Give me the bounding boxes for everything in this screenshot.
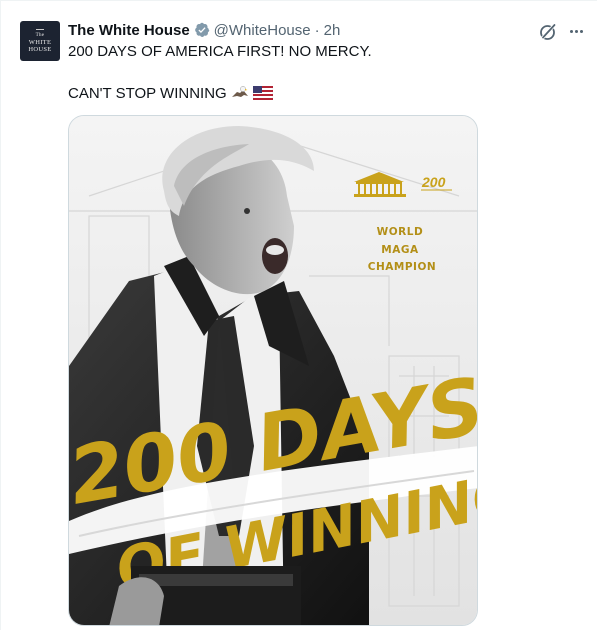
tweet-text-line-1: 200 DAYS OF AMERICA FIRST! NO MERCY.	[68, 43, 372, 60]
subtitle-line-2: MAGA	[381, 244, 419, 256]
more-icon[interactable]	[565, 21, 587, 41]
author-handle[interactable]: @WhiteHouse	[214, 22, 311, 39]
us-flag-emoji	[253, 86, 274, 100]
tweet-header: The White House @WhiteHouse · 2h	[68, 20, 340, 40]
tweet-text-line-2: CAN'T STOP WINNING	[68, 84, 274, 102]
seal-icon	[36, 29, 44, 32]
grok-icon[interactable]	[538, 22, 558, 42]
avatar[interactable]: The WHITE HOUSE	[20, 21, 60, 61]
tweet-timestamp[interactable]: 2h	[324, 22, 341, 39]
tweet-media-image[interactable]: 200 WORLD MAGA CHAMPION 200 DAYS OF WINN…	[68, 115, 478, 626]
avatar-text-3: HOUSE	[28, 46, 52, 53]
eagle-emoji	[231, 86, 248, 97]
author-name[interactable]: The White House	[68, 22, 190, 39]
subtitle-line-3: CHAMPION	[368, 261, 436, 273]
book-in-hands	[109, 566, 301, 625]
separator-dot: ·	[314, 21, 320, 39]
badge-number: 200	[421, 174, 446, 190]
verified-badge-icon[interactable]	[194, 22, 210, 38]
media-artwork: 200 WORLD MAGA CHAMPION 200 DAYS OF WINN…	[69, 116, 477, 625]
tweet[interactable]: The WHITE HOUSE The White House @WhiteHo…	[0, 0, 597, 630]
avatar-text-2: WHITE	[28, 39, 52, 46]
subtitle-line-1: WORLD	[377, 226, 424, 238]
tweet-text-line-2-text: CAN'T STOP WINNING	[68, 85, 227, 102]
